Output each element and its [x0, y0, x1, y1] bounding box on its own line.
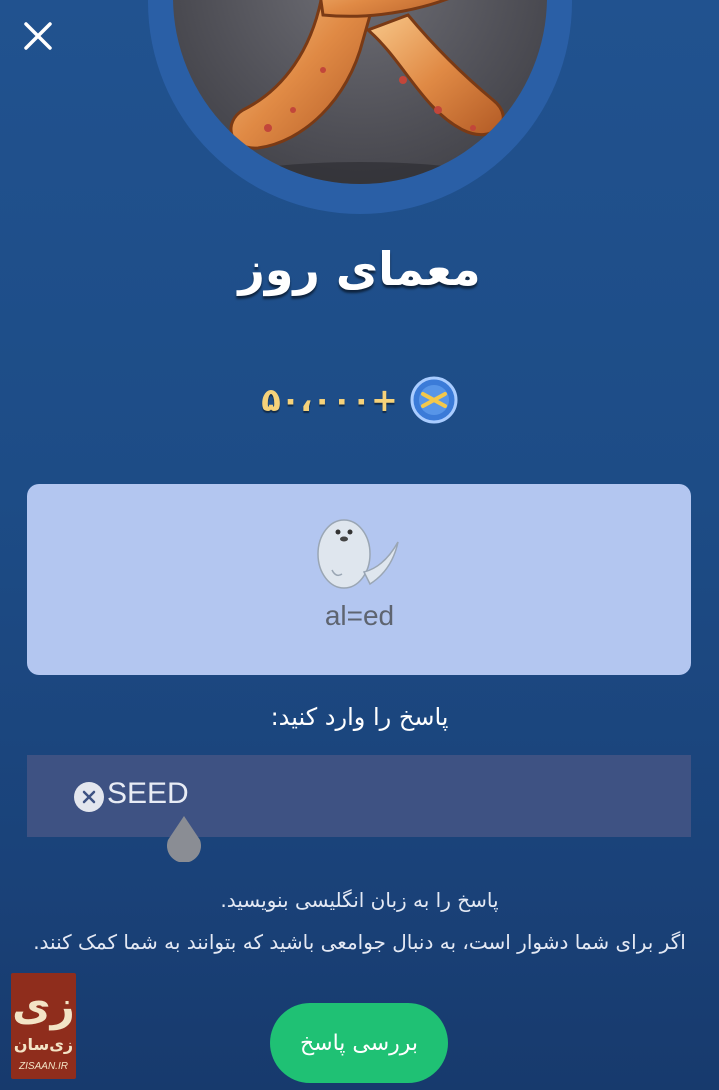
- clear-circle-icon[interactable]: [73, 781, 105, 813]
- hint-line-1: پاسخ را به زبان انگلیسی بنویسید.: [220, 888, 499, 912]
- page-title: معمای روز: [238, 242, 481, 296]
- answer-input-value[interactable]: SEED: [107, 777, 189, 811]
- watermark-mark: زی: [12, 981, 75, 1030]
- watermark-name: زی‌سان: [13, 1035, 74, 1054]
- reward-row: +۵۰،۰۰۰: [0, 376, 719, 424]
- reward-amount: +۵۰،۰۰۰: [261, 381, 398, 419]
- seal-icon: [317, 519, 399, 589]
- answer-prompt: پاسخ را وارد کنید:: [270, 703, 449, 731]
- coin-icon: [410, 376, 458, 424]
- hint-line-2: اگر برای شما دشوار است، به دنبال جوامعی …: [33, 930, 686, 954]
- check-answer-button[interactable]: بررسی پاسخ: [270, 1003, 448, 1083]
- close-button[interactable]: [20, 18, 56, 54]
- puzzle-clue: al=ed: [324, 600, 395, 631]
- watermark-domain: ZISAAN.IR: [19, 1061, 68, 1072]
- watermark-logo: زی زی‌سان ZISAAN.IR: [11, 973, 76, 1079]
- close-icon: [24, 22, 52, 50]
- text-cursor-handle-icon[interactable]: [164, 814, 204, 862]
